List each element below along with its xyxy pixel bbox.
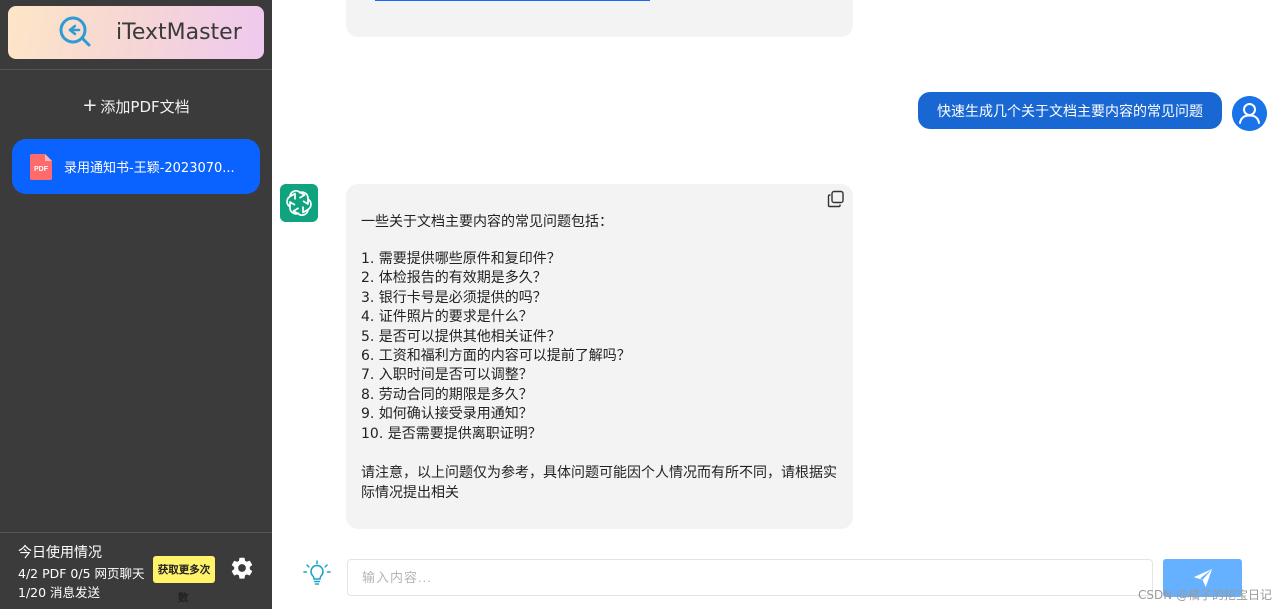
faq-item: 3. 银行卡号是必须提供的吗？ [361,289,547,306]
faq-item: 7. 入职时间是否可以调整？ [361,367,533,384]
sidebar: iTextMaster + 添加PDF文档 PDF 录用通知书-王颖-20230… [0,0,272,609]
watermark: CSDN @橘子的挖宝日记 [1137,588,1272,602]
message-link-underline [375,0,650,1]
add-pdf-label: 添加PDF文档 [100,97,190,116]
faq-list: 1. 需要提供哪些原件和复印件？ 2. 体检报告的有效期是多久？ 3. 银行卡号… [361,250,631,444]
user-message: 快速生成几个关于文档主要内容的常见问题 [918,92,1222,129]
faq-item: 5. 是否可以提供其他相关证件？ [361,328,561,345]
faq-item: 10. 是否需要提供离职证明？ [361,425,542,442]
previous-bot-message [346,0,853,37]
gear-icon[interactable] [229,555,255,581]
get-more-button[interactable]: 获取更多次 [153,556,215,583]
usage-panel: 今日使用情况 4/2 PDF 0/5 网页聊天 1/20 消息发送 获取更多次 … [0,532,272,609]
faq-item: 8. 劳动合同的期限是多久？ [361,386,533,403]
faq-item: 4. 证件照片的要求是什么？ [361,309,533,326]
lightbulb-icon[interactable] [302,559,332,589]
brand-header[interactable]: iTextMaster [8,6,264,59]
add-pdf-button[interactable]: + 添加PDF文档 [0,93,272,119]
usage-pdf-web-count: 4/2 PDF 0/5 网页聊天 [18,566,145,581]
sidebar-divider [0,69,272,70]
bot-note-text: 请注意，以上问题仅为参考，具体问题可能因个人情况而有所不同，请根据实际情况提出相… [361,465,837,501]
faq-item: 1. 需要提供哪些原件和复印件？ [361,251,561,267]
bot-intro-text: 一些关于文档主要内容的常见问题包括： [361,214,613,230]
user-avatar-icon [1232,96,1267,131]
openai-icon [280,184,318,222]
app-name: iTextMaster [116,20,242,45]
copy-icon[interactable] [827,190,845,208]
plus-icon: + [82,95,98,116]
pdf-badge: PDF [34,166,49,173]
logo-icon [59,16,91,47]
message-composer [272,548,1280,609]
faq-item: 9. 如何确认接受录用通知？ [361,406,533,423]
message-input[interactable] [347,559,1153,596]
usage-title: 今日使用情况 [18,545,102,561]
usage-message-count: 1/20 消息发送 [18,585,101,600]
bot-message: 一些关于文档主要内容的常见问题包括： 1. 需要提供哪些原件和复印件？ 2. 体… [346,184,853,529]
faq-item: 6. 工资和福利方面的内容可以提前了解吗？ [361,348,631,365]
get-more-button-tail: 数 [178,592,189,604]
pdf-icon: PDF [30,153,52,180]
app-root: iTextMaster + 添加PDF文档 PDF 录用通知书-王颖-20230… [0,0,1280,609]
document-name: 录用通知书-王颖-2023070... [64,161,235,176]
faq-item: 2. 体检报告的有效期是多久？ [361,270,547,287]
chat-area: 快速生成几个关于文档主要内容的常见问题 一些关于文档主要内容的常见问题包括： 1… [272,0,1280,609]
document-item[interactable]: PDF 录用通知书-王颖-2023070... [12,139,260,194]
